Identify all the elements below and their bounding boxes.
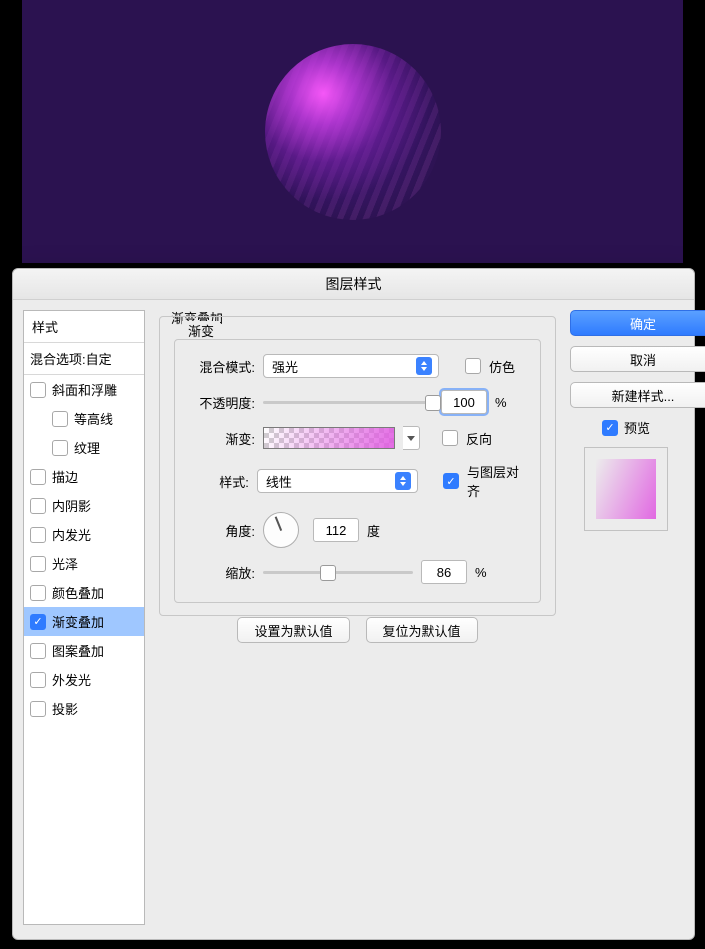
label-angle: 角度: (189, 521, 255, 540)
new-style-button[interactable]: 新建样式... (570, 382, 705, 408)
sidebar-item-label: 渐变叠加 (52, 612, 104, 631)
styles-sidebar: 样式 混合选项:自定 斜面和浮雕等高线纹理描边内阴影内发光光泽颜色叠加 ✓ 渐变叠加… (23, 310, 145, 925)
updown-arrows-icon (395, 472, 411, 490)
angle-field[interactable]: 112 (313, 518, 359, 542)
blend-mode-select[interactable]: 强光 (263, 354, 439, 378)
sidebar-item-label: 投影 (52, 699, 78, 718)
style-checkbox[interactable] (30, 701, 46, 717)
options-panel: 渐变叠加 渐变 混合模式: 强光 仿色 (159, 310, 556, 925)
style-value: 线性 (266, 472, 292, 491)
sidebar-item[interactable]: 描边 (24, 462, 144, 491)
scale-field[interactable]: 86 (421, 560, 467, 584)
opacity-field[interactable]: 100 (441, 390, 487, 414)
style-checkbox[interactable] (30, 498, 46, 514)
sidebar-item[interactable]: 纹理 (24, 433, 144, 462)
gradient-swatch[interactable] (263, 427, 395, 449)
sidebar-item[interactable]: ✓ 渐变叠加 (24, 607, 144, 636)
style-checkbox[interactable] (30, 382, 46, 398)
sidebar-item[interactable]: 斜面和浮雕 (24, 375, 144, 404)
reset-default-button[interactable]: 复位为默认值 (366, 617, 478, 643)
updown-arrows-icon (416, 357, 432, 375)
style-checkbox[interactable] (52, 411, 68, 427)
preview-gradient-icon (596, 459, 656, 519)
sidebar-item[interactable]: 光泽 (24, 549, 144, 578)
preview-checkbox[interactable]: ✓ (602, 420, 618, 436)
layer-style-dialog: 图层样式 样式 混合选项:自定 斜面和浮雕等高线纹理描边内阴影内发光光泽颜色叠加… (12, 268, 695, 940)
sidebar-item-label: 外发光 (52, 670, 91, 689)
style-checkbox[interactable] (30, 556, 46, 572)
label-scale: 缩放: (189, 563, 255, 582)
style-checkbox[interactable] (52, 440, 68, 456)
inner-group-title: 渐变 (182, 321, 220, 340)
style-checkbox[interactable] (30, 527, 46, 543)
label-gradient: 渐变: (189, 429, 255, 448)
label-style: 样式: (189, 472, 249, 491)
angle-dial[interactable] (263, 512, 299, 548)
degree-label: 度 (367, 521, 380, 540)
sidebar-item-label: 颜色叠加 (52, 583, 104, 602)
sidebar-item-label: 斜面和浮雕 (52, 380, 117, 399)
artwork-sphere (265, 44, 441, 220)
label-align: 与图层对齐 (467, 462, 526, 500)
sidebar-item[interactable]: 图案叠加 (24, 636, 144, 665)
preview-label: 预览 (624, 418, 650, 437)
dither-checkbox[interactable] (465, 358, 481, 374)
style-checkbox[interactable] (30, 672, 46, 688)
label-opacity: 不透明度: (189, 393, 255, 412)
sidebar-item-label: 图案叠加 (52, 641, 104, 660)
align-checkbox[interactable]: ✓ (443, 473, 459, 489)
make-default-button[interactable]: 设置为默认值 (237, 617, 349, 643)
style-checkbox[interactable]: ✓ (30, 614, 46, 630)
sidebar-item[interactable]: 内发光 (24, 520, 144, 549)
blend-mode-value: 强光 (272, 357, 298, 376)
sidebar-item-label: 内阴影 (52, 496, 91, 515)
sidebar-item[interactable]: 投影 (24, 694, 144, 723)
opacity-slider[interactable] (263, 394, 433, 410)
style-checkbox[interactable] (30, 469, 46, 485)
slider-thumb-icon[interactable] (425, 395, 441, 411)
ok-button[interactable]: 确定 (570, 310, 705, 336)
label-blend-mode: 混合模式: (189, 357, 255, 376)
dialog-title: 图层样式 (13, 269, 694, 300)
sidebar-item[interactable]: 外发光 (24, 665, 144, 694)
sidebar-header-styles[interactable]: 样式 (24, 311, 144, 343)
cancel-button[interactable]: 取消 (570, 346, 705, 372)
sidebar-item-label: 光泽 (52, 554, 78, 573)
sidebar-item[interactable]: 颜色叠加 (24, 578, 144, 607)
reverse-checkbox[interactable] (442, 430, 458, 446)
dialog-actions: 确定 取消 新建样式... ✓ 预览 (570, 310, 682, 925)
sidebar-item-label: 等高线 (74, 409, 113, 428)
slider-thumb-icon[interactable] (320, 565, 336, 581)
percent-label: % (495, 395, 507, 410)
label-reverse: 反向 (466, 429, 492, 448)
sidebar-item-label: 内发光 (52, 525, 91, 544)
sidebar-header-blend-options[interactable]: 混合选项:自定 (24, 343, 144, 375)
preview-thumbnail (584, 447, 668, 531)
sidebar-item[interactable]: 等高线 (24, 404, 144, 433)
sidebar-item-label: 描边 (52, 467, 78, 486)
style-checkbox[interactable] (30, 643, 46, 659)
scale-slider[interactable] (263, 564, 413, 580)
canvas-preview (22, 0, 683, 263)
gradient-dropdown[interactable] (403, 426, 420, 450)
percent-label: % (475, 565, 487, 580)
sidebar-item-label: 纹理 (74, 438, 100, 457)
style-checkbox[interactable] (30, 585, 46, 601)
sidebar-item[interactable]: 内阴影 (24, 491, 144, 520)
label-dither: 仿色 (489, 357, 515, 376)
style-select[interactable]: 线性 (257, 469, 418, 493)
